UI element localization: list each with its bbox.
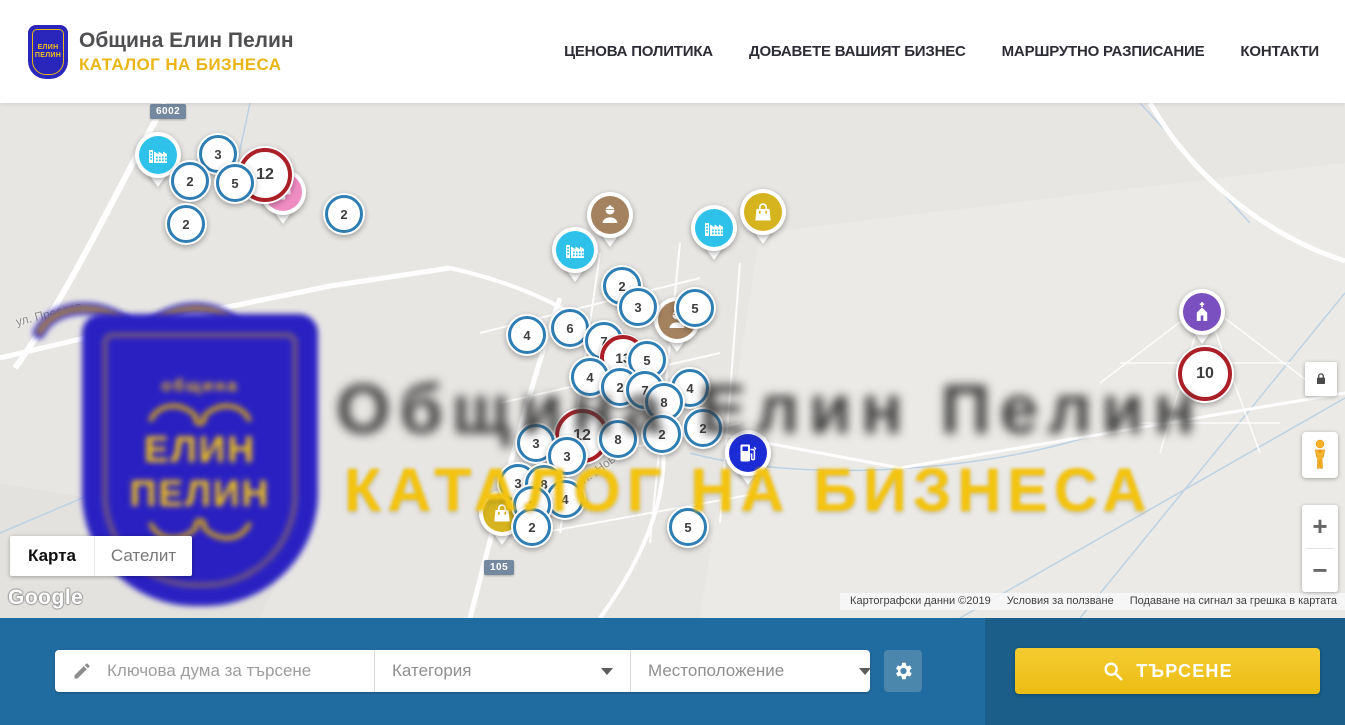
crest-line2: ПЕЛИН: [35, 52, 61, 59]
worker-pin[interactable]: [587, 192, 633, 247]
map-attribution: Картографски данни ©2019 Условия за полз…: [840, 593, 1345, 610]
chevron-down-icon: [859, 668, 871, 675]
cluster-marker[interactable]: 2: [682, 407, 724, 449]
category-select-value: Категория: [392, 661, 471, 681]
site-header: ЕЛИН ПЕЛИН Община Елин Пелин КАТАЛОГ НА …: [0, 0, 1345, 103]
cluster-marker[interactable]: 2: [511, 506, 553, 548]
pegman-icon: [1309, 439, 1331, 471]
zoom-in-button[interactable]: +: [1302, 505, 1338, 548]
cluster-marker[interactable]: 5: [674, 287, 716, 329]
site-logo[interactable]: ЕЛИН ПЕЛИН Община Елин Пелин КАТАЛОГ НА …: [28, 25, 294, 79]
map-type-map-button[interactable]: Карта: [10, 536, 95, 576]
site-title: Община Елин Пелин: [79, 29, 294, 53]
map-type-control: Карта Сателит: [10, 536, 192, 576]
gear-icon: [892, 660, 914, 682]
cluster-marker[interactable]: 3: [617, 286, 659, 328]
cluster-marker[interactable]: 8: [597, 418, 639, 460]
nav-contacts[interactable]: КОНТАКТИ: [1240, 43, 1319, 60]
keyword-input[interactable]: [105, 660, 349, 682]
zoom-control: + −: [1302, 505, 1338, 592]
site-subtitle: КАТАЛОГ НА БИЗНЕСА: [79, 55, 294, 75]
cluster-marker[interactable]: 2: [169, 160, 211, 202]
main-nav: ЦЕНОВА ПОЛИТИКА ДОБАВЕТЕ ВАШИЯТ БИЗНЕС М…: [564, 43, 1319, 60]
search-button-label: ТЪРСЕНЕ: [1136, 661, 1233, 682]
advanced-search-button[interactable]: [884, 650, 922, 692]
report-error-link[interactable]: Подаване на сигнал за грешка в картата: [1130, 595, 1337, 607]
nav-pricing-policy[interactable]: ЦЕНОВА ПОЛИТИКА: [564, 43, 713, 60]
keyword-field: [55, 650, 375, 692]
location-select[interactable]: Местоположение: [631, 650, 888, 692]
cluster-marker[interactable]: 2: [323, 193, 365, 235]
terms-link[interactable]: Условия за ползване: [1007, 595, 1114, 607]
road-badge: 105: [484, 560, 514, 575]
lock-icon: [1313, 370, 1329, 388]
cluster-marker[interactable]: 2: [641, 413, 683, 455]
crest-line1: ЕЛИН: [38, 44, 59, 51]
cluster-marker[interactable]: 2: [165, 203, 207, 245]
cluster-marker[interactable]: 10: [1176, 345, 1234, 403]
factory-pin[interactable]: [691, 205, 737, 260]
nav-route-schedule[interactable]: МАРШРУТНО РАЗПИСАНИЕ: [1002, 43, 1205, 60]
search-button[interactable]: ТЪРСЕНЕ: [1015, 648, 1320, 694]
pegman-button[interactable]: [1302, 432, 1338, 478]
cluster-marker[interactable]: 5: [667, 506, 709, 548]
search-fields: Категория Местоположение: [55, 650, 870, 692]
nav-add-your-business[interactable]: ДОБАВЕТЕ ВАШИЯТ БИЗНЕС: [749, 43, 966, 60]
chevron-down-icon: [601, 668, 613, 675]
search-bar: Категория Местоположение ТЪРСЕНЕ: [0, 618, 1345, 725]
map-type-satellite-button[interactable]: Сателит: [95, 536, 192, 576]
bag-pin[interactable]: [740, 189, 786, 244]
streetview-lock-button[interactable]: [1305, 362, 1337, 396]
category-select[interactable]: Категория: [375, 650, 631, 692]
church-pin[interactable]: [1179, 289, 1225, 344]
search-icon: [1102, 660, 1124, 682]
cluster-marker[interactable]: 4: [506, 314, 548, 356]
fuel-pin[interactable]: [725, 430, 771, 485]
location-select-value: Местоположение: [648, 661, 784, 681]
pencil-icon: [72, 661, 92, 681]
map-canvas[interactable]: 3122522235647135427482212833384325106002…: [0, 103, 1345, 618]
google-logo[interactable]: Google: [8, 586, 83, 610]
municipality-crest-icon: ЕЛИН ПЕЛИН: [28, 25, 68, 79]
page: 3122522235647135427482212833384325106002…: [0, 0, 1345, 725]
cluster-marker[interactable]: 5: [214, 162, 256, 204]
attribution-copyright: Картографски данни ©2019: [850, 595, 991, 607]
road-badge: 6002: [150, 104, 186, 119]
zoom-out-button[interactable]: −: [1302, 549, 1338, 592]
